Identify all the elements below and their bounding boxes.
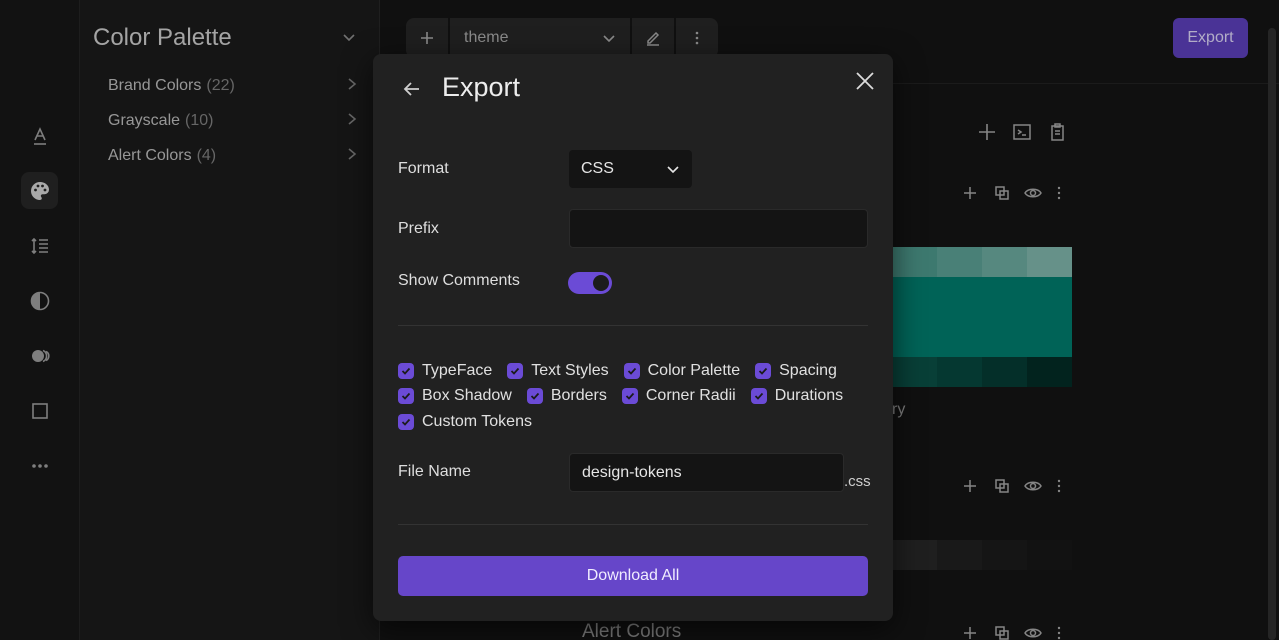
checkbox-label: Durations (774, 387, 844, 404)
checkbox-row: Box Shadow Borders Corner Radii Duration… (398, 384, 868, 409)
dialog-title: Export (442, 72, 521, 102)
checkbox-typeface[interactable]: TypeFace (398, 362, 492, 380)
checkbox-label: Text Styles (531, 361, 609, 379)
checkbox-checked-icon (526, 388, 543, 404)
checkbox-borders[interactable]: Borders (526, 387, 607, 405)
show-comments-toggle[interactable] (568, 272, 612, 294)
toggle-knob (593, 275, 609, 291)
checkbox-checked-icon (750, 388, 767, 404)
checkbox-label: Color Palette (647, 361, 741, 379)
export-dialog: Export Format CSS Prefix Show Comments T… (373, 54, 893, 621)
format-label: Format (398, 160, 449, 177)
checkbox-row: Custom Tokens (398, 409, 868, 434)
checkbox-checked-icon (507, 362, 524, 379)
checkbox-label: TypeFace (422, 361, 493, 379)
close-icon[interactable] (854, 70, 876, 97)
checkbox-color-palette[interactable]: Color Palette (623, 361, 741, 380)
prefix-label: Prefix (398, 220, 439, 237)
file-name-input[interactable] (569, 453, 844, 492)
format-select[interactable]: CSS (569, 150, 692, 188)
checkbox-checked-icon (398, 362, 414, 379)
checkbox-checked-icon (398, 413, 414, 430)
token-checkbox-group: TypeFace Text Styles Color Palette Spaci… (398, 358, 868, 435)
checkbox-label: Corner Radii (645, 387, 736, 404)
checkbox-custom-tokens[interactable]: Custom Tokens (398, 413, 532, 431)
prefix-input[interactable] (569, 209, 868, 248)
checkbox-checked-icon (755, 362, 772, 379)
checkbox-checked-icon (398, 388, 414, 404)
checkbox-label: Spacing (779, 361, 837, 379)
show-comments-label: Show Comments (398, 272, 520, 289)
checkbox-row: TypeFace Text Styles Color Palette Spaci… (398, 358, 868, 383)
checkbox-durations[interactable]: Durations (750, 387, 844, 405)
checkbox-checked-icon (621, 388, 638, 404)
checkbox-box-shadow[interactable]: Box Shadow (398, 387, 512, 405)
checkbox-label: Box Shadow (422, 387, 512, 404)
download-all-button[interactable]: Download All (398, 556, 868, 596)
divider (398, 524, 868, 525)
file-name-label: File Name (398, 463, 471, 480)
chevron-down-icon (667, 166, 679, 174)
checkbox-label: Borders (550, 387, 607, 404)
file-extension: .css (844, 473, 871, 490)
checkbox-checked-icon (623, 362, 640, 379)
back-arrow-icon[interactable] (401, 78, 423, 105)
checkbox-spacing[interactable]: Spacing (755, 362, 837, 380)
format-select-value: CSS (581, 160, 614, 177)
divider (398, 325, 868, 326)
checkbox-text-styles[interactable]: Text Styles (507, 361, 609, 380)
checkbox-label: Custom Tokens (422, 412, 532, 430)
checkbox-corner-radii[interactable]: Corner Radii (621, 387, 736, 405)
